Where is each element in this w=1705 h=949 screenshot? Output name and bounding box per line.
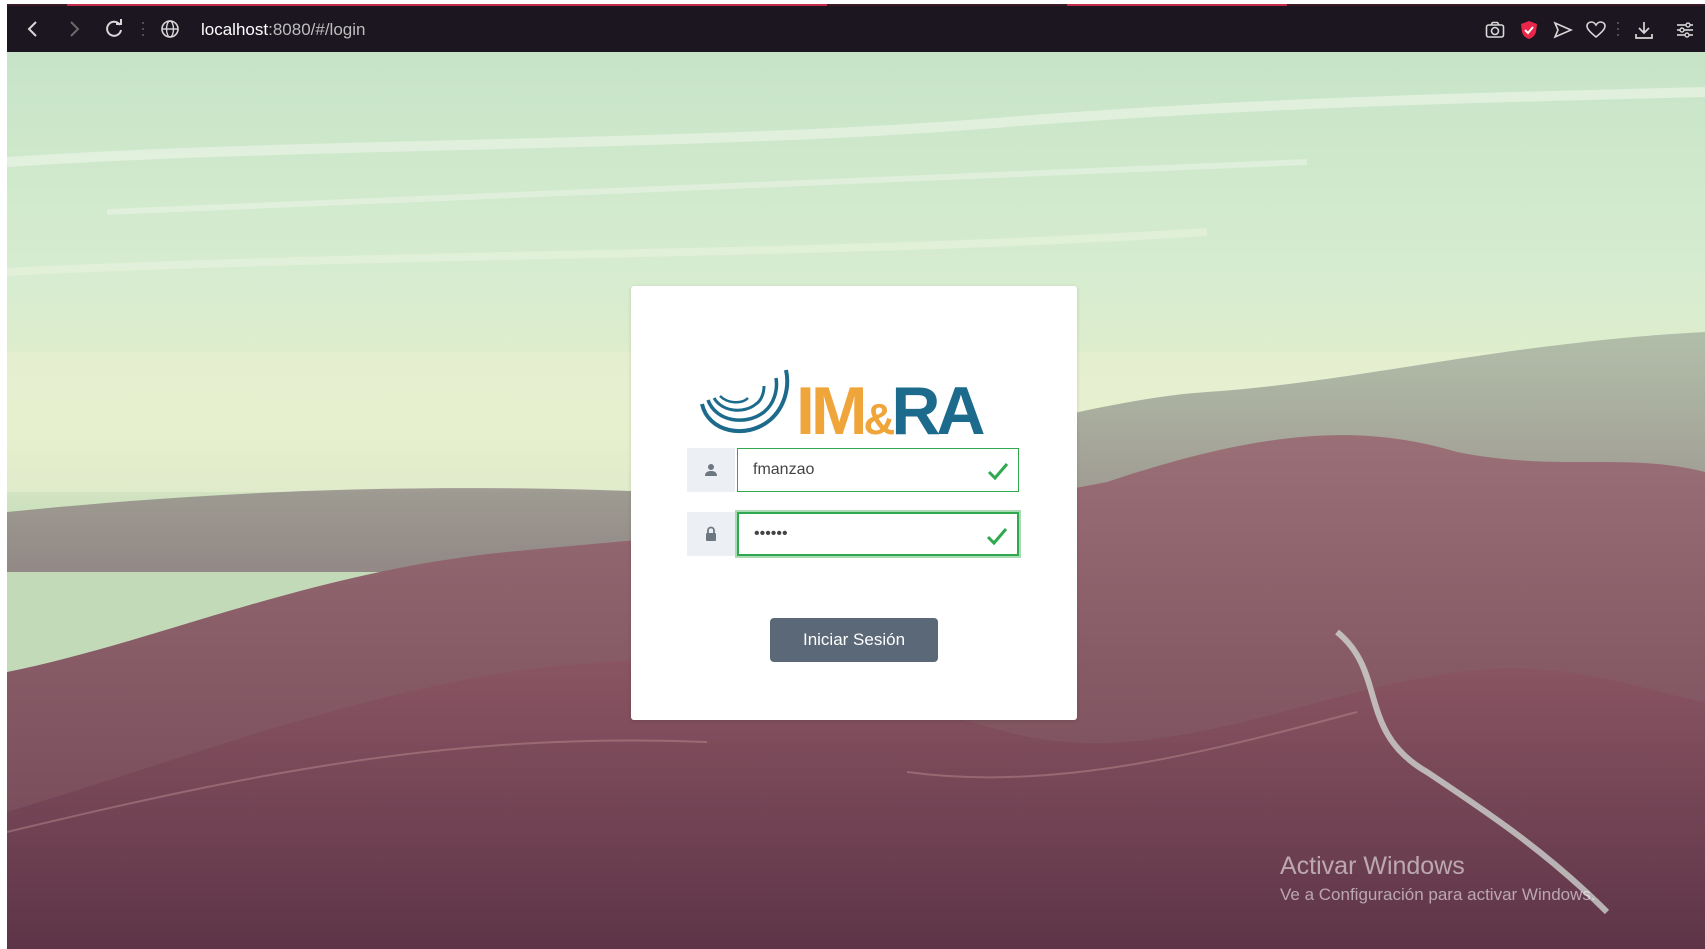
login-button[interactable]: Iniciar Sesión	[770, 618, 938, 662]
address-bar[interactable]: localhost:8080/#/login	[201, 18, 365, 42]
watermark-title: Activar Windows	[1280, 852, 1465, 880]
username-row	[687, 448, 1021, 492]
forward-icon[interactable]	[61, 16, 87, 42]
user-icon	[687, 448, 735, 492]
globe-icon[interactable]	[158, 17, 182, 41]
imra-logo: IM&RA	[700, 369, 988, 448]
login-card: IM&RA Iniciar Sesión	[631, 286, 1077, 720]
toolbar-divider	[142, 20, 144, 38]
toolbar-divider	[1617, 20, 1619, 38]
check-icon	[987, 463, 1009, 481]
camera-icon[interactable]	[1482, 17, 1508, 43]
activation-watermark: Activar Windows Ve a Configuración para …	[1280, 852, 1596, 905]
lock-icon	[687, 512, 735, 556]
watermark-subtitle: Ve a Configuración para activar Windows.	[1280, 885, 1596, 904]
svg-text:IM&RA: IM&RA	[796, 373, 984, 448]
password-input[interactable]	[739, 514, 979, 554]
tab-accent	[1067, 4, 1287, 6]
send-icon[interactable]	[1550, 17, 1576, 43]
reload-icon[interactable]	[101, 16, 127, 42]
menu-icon[interactable]	[1672, 17, 1698, 43]
browser-toolbar: localhost:8080/#/login	[7, 4, 1705, 52]
tab-accent	[67, 4, 827, 6]
heart-icon[interactable]	[1583, 17, 1609, 43]
url-host: localhost	[201, 20, 269, 39]
url-path: :8080/#/login	[268, 20, 366, 39]
password-field-wrapper	[737, 512, 1019, 556]
shield-icon[interactable]	[1516, 17, 1542, 43]
password-row	[687, 512, 1021, 556]
username-field-wrapper	[737, 448, 1019, 492]
back-icon[interactable]	[20, 16, 46, 42]
check-icon	[986, 528, 1008, 546]
username-input[interactable]	[738, 449, 978, 491]
download-icon[interactable]	[1631, 17, 1657, 43]
